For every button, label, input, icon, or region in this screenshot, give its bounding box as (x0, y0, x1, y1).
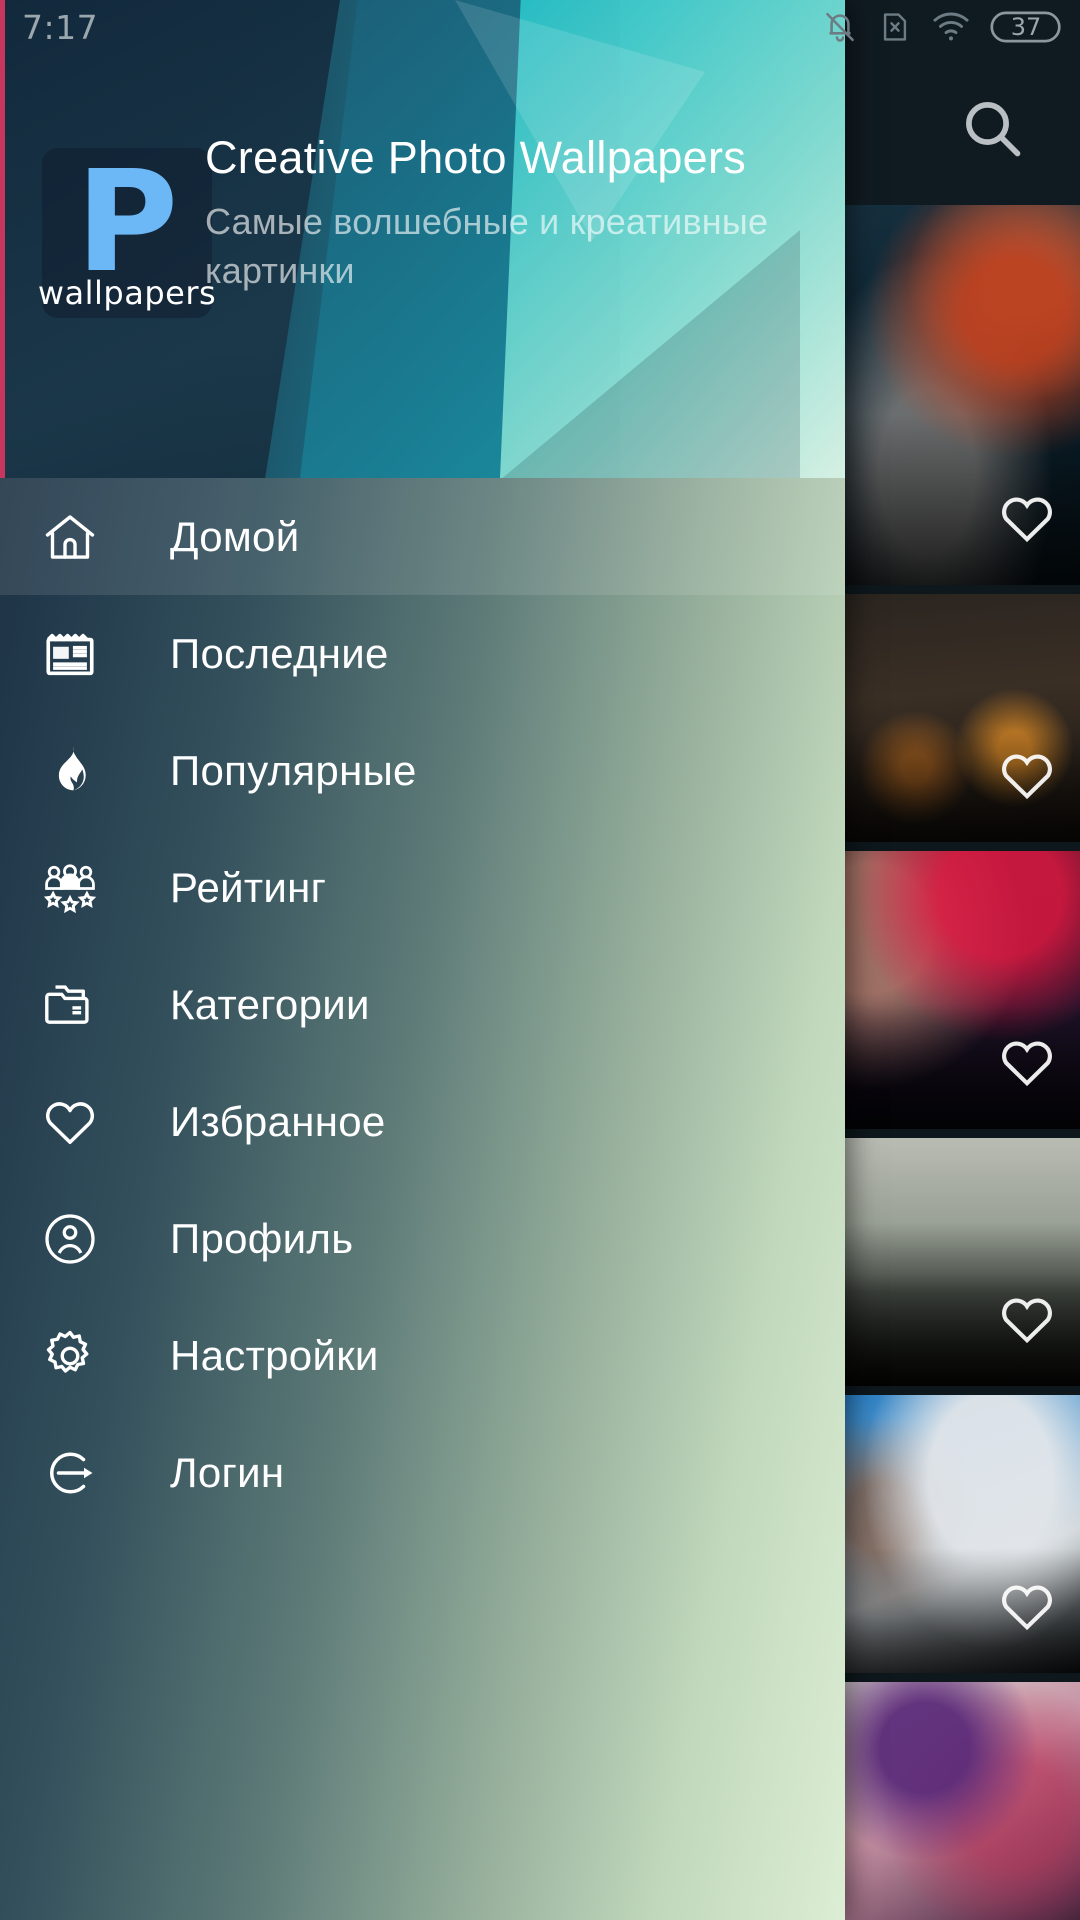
menu-item-label: Последние (170, 629, 389, 677)
wallpaper-grid[interactable] (845, 205, 1080, 1920)
navigation-drawer[interactable]: P wallpapers Creative Photo Wallpapers С… (0, 0, 845, 1920)
fire-icon (38, 739, 102, 803)
search-icon[interactable] (956, 92, 1028, 164)
rating-users-icon (38, 856, 102, 920)
drawer-menu[interactable]: Домой Последние Популярные Рейтинг Катег… (0, 478, 845, 1531)
logo-word: wallpapers (37, 274, 217, 312)
menu-item-label: Настройки (170, 1331, 379, 1379)
menu-item-profile[interactable]: Профиль (0, 1180, 845, 1297)
login-icon (38, 1441, 102, 1505)
wallpaper-thumbnail (845, 1682, 1080, 1920)
menu-item-settings[interactable]: Настройки (0, 1297, 845, 1414)
home-icon (38, 505, 102, 569)
wallpaper-card[interactable] (845, 851, 1080, 1129)
wallpaper-card[interactable] (845, 205, 1080, 585)
drawer-header: P wallpapers Creative Photo Wallpapers С… (0, 0, 845, 478)
user-circle-icon (38, 1207, 102, 1271)
folders-icon (38, 973, 102, 1037)
app-logo: P wallpapers (38, 140, 216, 318)
menu-item-latest[interactable]: Последние (0, 595, 845, 712)
heart-icon[interactable] (996, 487, 1058, 549)
wallpaper-card[interactable] (845, 1395, 1080, 1673)
heart-icon[interactable] (996, 1575, 1058, 1637)
heart-icon[interactable] (996, 1031, 1058, 1093)
menu-item-label: Избранное (170, 1097, 386, 1145)
drawer-header-text: Creative Photo Wallpapers Самые волшебны… (205, 130, 785, 295)
wallpaper-card[interactable] (845, 1138, 1080, 1386)
heart-icon (38, 1090, 102, 1154)
app-title: Creative Photo Wallpapers (205, 132, 747, 183)
gear-icon (38, 1324, 102, 1388)
logo-letter: P (75, 140, 179, 304)
menu-item-label: Рейтинг (170, 863, 327, 911)
menu-item-label: Категории (170, 980, 370, 1028)
menu-item-label: Профиль (170, 1214, 354, 1262)
menu-item-home[interactable]: Домой (0, 478, 845, 595)
menu-item-login[interactable]: Логин (0, 1414, 845, 1531)
heart-icon[interactable] (996, 1288, 1058, 1350)
heart-icon[interactable] (996, 744, 1058, 806)
phone-screen: P wallpapers Creative Photo Wallpapers С… (0, 0, 1080, 1920)
menu-item-favorites[interactable]: Избранное (0, 1063, 845, 1180)
menu-item-rating[interactable]: Рейтинг (0, 829, 845, 946)
wallpaper-card[interactable] (845, 1682, 1080, 1920)
menu-item-label: Логин (170, 1448, 285, 1496)
menu-item-label: Домой (170, 512, 300, 560)
menu-item-label: Популярные (170, 746, 417, 794)
screen-recording-edge (0, 0, 5, 478)
wallpaper-card[interactable] (845, 594, 1080, 842)
menu-item-categories[interactable]: Категории (0, 946, 845, 1063)
menu-item-popular[interactable]: Популярные (0, 712, 845, 829)
app-subtitle: Самые волшебные и креативные картинки (205, 201, 769, 291)
newspaper-icon (38, 622, 102, 686)
